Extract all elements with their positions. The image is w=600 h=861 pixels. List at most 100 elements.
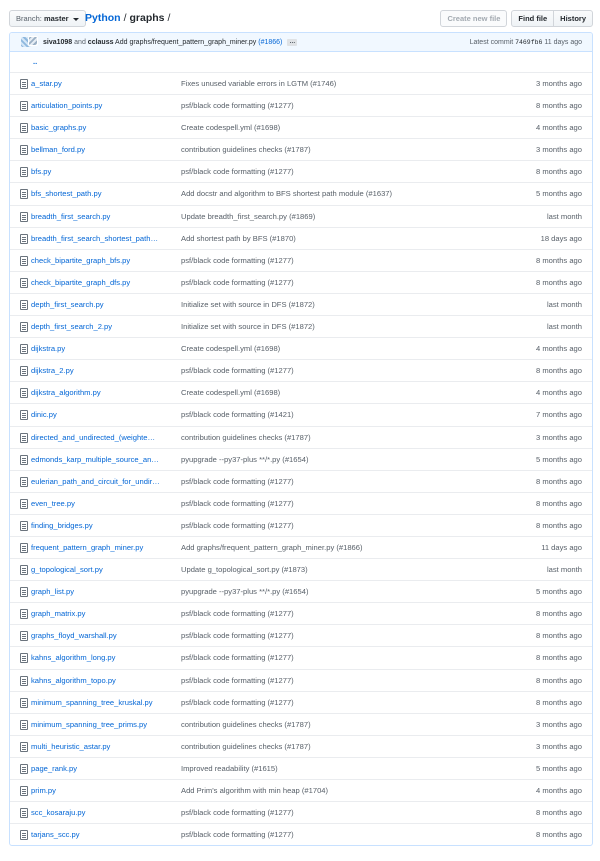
commit-message[interactable]: Add graphs/frequent_pattern_graph_miner.…	[115, 39, 256, 46]
file-commit-message[interactable]: Create codespell.yml (#1698)	[181, 382, 461, 403]
file-name-link[interactable]: g_topological_sort.py	[31, 559, 181, 580]
file-commit-message[interactable]: psf/black code formatting (#1277)	[181, 95, 461, 116]
file-icon	[20, 432, 28, 443]
file-commit-message[interactable]: Add Prim's algorithm with min heap (#170…	[181, 780, 461, 801]
file-commit-message[interactable]: psf/black code formatting (#1277)	[181, 493, 461, 514]
commit-expand-button[interactable]: …	[287, 38, 298, 46]
file-icon	[20, 631, 28, 642]
file-commit-message[interactable]: contribution guidelines checks (#1787)	[181, 714, 461, 735]
file-name-link[interactable]: dinic.py	[31, 404, 181, 425]
file-name-link[interactable]: directed_and_undirected_(weighte…	[31, 427, 181, 448]
file-row: bfs_shortest_path.py Add docstr and algor…	[10, 182, 592, 204]
file-commit-message[interactable]: psf/black code formatting (#1277)	[181, 670, 461, 691]
file-row: breadth_first_search_shortest_path… Add s…	[10, 226, 592, 249]
commit-author-1[interactable]: siva1098	[43, 39, 72, 46]
file-commit-message[interactable]: Add graphs/frequent_pattern_graph_miner.…	[181, 537, 461, 558]
file-commit-message[interactable]: psf/black code formatting (#1277)	[181, 515, 461, 536]
file-commit-message[interactable]: pyupgrade --py37-plus **/*.py (#1654)	[181, 581, 461, 602]
file-commit-message[interactable]: contribution guidelines checks (#1787)	[181, 139, 461, 160]
file-commit-message[interactable]: pyupgrade --py37-plus **/*.py (#1654)	[181, 449, 461, 470]
file-commit-message[interactable]: psf/black code formatting (#1277)	[181, 824, 461, 845]
file-commit-message[interactable]: Update breadth_first_search.py (#1869)	[181, 206, 461, 227]
file-name-link[interactable]: articulation_points.py	[31, 95, 181, 116]
file-commit-message[interactable]: Add docstr and algorithm to BFS shortest…	[181, 183, 461, 204]
file-commit-message[interactable]: psf/black code formatting (#1277)	[181, 692, 461, 713]
file-commit-message[interactable]: Improved readability (#1615)	[181, 758, 461, 779]
file-commit-message[interactable]: psf/black code formatting (#1277)	[181, 647, 461, 668]
history-button[interactable]: History	[553, 10, 593, 27]
commit-sha-link[interactable]: 7469fb6	[515, 39, 542, 46]
file-name-link[interactable]: multi_heuristic_astar.py	[31, 736, 181, 757]
file-commit-message[interactable]: psf/black code formatting (#1277)	[181, 625, 461, 646]
parent-directory-link[interactable]: ..	[33, 52, 37, 72]
parent-directory-row: ..	[10, 52, 592, 72]
file-row: dijkstra_algorithm.py Create codespell.ym…	[10, 381, 592, 403]
file-commit-message[interactable]: psf/black code formatting (#1421)	[181, 404, 461, 425]
file-name-link[interactable]: breadth_first_search_shortest_path…	[31, 228, 181, 249]
file-commit-message[interactable]: psf/black code formatting (#1277)	[181, 603, 461, 624]
file-commit-message[interactable]: contribution guidelines checks (#1787)	[181, 736, 461, 757]
file-name-link[interactable]: minimum_spanning_tree_prims.py	[31, 714, 181, 735]
file-commit-message[interactable]: psf/black code formatting (#1277)	[181, 360, 461, 381]
file-commit-message[interactable]: Fixes unused variable errors in LGTM (#1…	[181, 73, 461, 94]
file-name-link[interactable]: depth_first_search_2.py	[31, 316, 181, 337]
file-name-link[interactable]: edmonds_karp_multiple_source_an…	[31, 449, 181, 470]
latest-commit-age: 11 days ago	[544, 39, 582, 46]
commit-avatars[interactable]	[21, 36, 38, 49]
file-commit-age: 8 months ago	[535, 255, 582, 265]
file-icon	[20, 587, 28, 598]
file-name-link[interactable]: dijkstra.py	[31, 338, 181, 359]
file-commit-message[interactable]: Initialize set with source in DFS (#1872…	[181, 294, 461, 315]
file-name-link[interactable]: graphs_floyd_warshall.py	[31, 625, 181, 646]
file-name-link[interactable]: minimum_spanning_tree_kruskal.py	[31, 692, 181, 713]
file-name-link[interactable]: depth_first_search.py	[31, 294, 181, 315]
breadcrumb-repo-link[interactable]: Python	[85, 12, 121, 24]
file-name-link[interactable]: kahns_algorithm_long.py	[31, 647, 181, 668]
file-name-link[interactable]: finding_bridges.py	[31, 515, 181, 536]
file-name-link[interactable]: graph_list.py	[31, 581, 181, 602]
file-commit-age: 8 months ago	[535, 476, 582, 486]
file-name-link[interactable]: check_bipartite_graph_bfs.py	[31, 250, 181, 271]
file-name-link[interactable]: scc_kosaraju.py	[31, 802, 181, 823]
file-commit-message[interactable]: Initialize set with source in DFS (#1872…	[181, 316, 461, 337]
file-name-link[interactable]: check_bipartite_graph_dfs.py	[31, 272, 181, 293]
file-commit-message[interactable]: contribution guidelines checks (#1787)	[181, 427, 461, 448]
commit-author-2[interactable]: cclauss	[88, 39, 114, 46]
create-new-file-button[interactable]: Create new file	[440, 10, 508, 27]
branch-selector-button[interactable]: Branch: master	[9, 10, 86, 27]
file-name-link[interactable]: dijkstra_algorithm.py	[31, 382, 181, 403]
file-commit-message[interactable]: Update g_topological_sort.py (#1873)	[181, 559, 461, 580]
file-commit-message[interactable]: Add shortest path by BFS (#1870)	[181, 228, 461, 249]
file-name-link[interactable]: dijkstra_2.py	[31, 360, 181, 381]
file-name-link[interactable]: even_tree.py	[31, 493, 181, 514]
file-commit-message[interactable]: Create codespell.yml (#1698)	[181, 117, 461, 138]
file-name-link[interactable]: graph_matrix.py	[31, 603, 181, 624]
latest-commit-bar: siva1098 and cclauss Add graphs/frequent…	[10, 33, 592, 52]
file-name-link[interactable]: bellman_ford.py	[31, 139, 181, 160]
file-name-link[interactable]: bfs_shortest_path.py	[31, 183, 181, 204]
file-commit-message[interactable]: psf/black code formatting (#1277)	[181, 471, 461, 492]
file-name-link[interactable]: eulerian_path_and_circuit_for_undir…	[31, 471, 181, 492]
file-commit-message[interactable]: Create codespell.yml (#1698)	[181, 338, 461, 359]
file-name-link[interactable]: kahns_algorithm_topo.py	[31, 670, 181, 691]
file-commit-message[interactable]: psf/black code formatting (#1277)	[181, 161, 461, 182]
file-commit-age: 8 months ago	[535, 520, 582, 530]
file-commit-age: 18 days ago	[540, 233, 582, 243]
file-commit-age: 8 months ago	[535, 631, 582, 641]
file-name-link[interactable]: breadth_first_search.py	[31, 206, 181, 227]
file-name-link[interactable]: tarjans_scc.py	[31, 824, 181, 845]
file-name-link[interactable]: page_rank.py	[31, 758, 181, 779]
file-name-link[interactable]: bfs.py	[31, 161, 181, 182]
find-file-button[interactable]: Find file	[511, 10, 555, 27]
file-commit-age: 8 months ago	[535, 609, 582, 619]
file-icon	[20, 808, 28, 819]
file-commit-message[interactable]: psf/black code formatting (#1277)	[181, 802, 461, 823]
commit-pr-link[interactable]: (#1866)	[258, 39, 282, 46]
file-name-link[interactable]: frequent_pattern_graph_miner.py	[31, 537, 181, 558]
file-name-link[interactable]: a_star.py	[31, 73, 181, 94]
file-name-link[interactable]: prim.py	[31, 780, 181, 801]
file-commit-message[interactable]: psf/black code formatting (#1277)	[181, 272, 461, 293]
file-name-link[interactable]: basic_graphs.py	[31, 117, 181, 138]
file-commit-message[interactable]: psf/black code formatting (#1277)	[181, 250, 461, 271]
file-icon	[20, 454, 28, 465]
